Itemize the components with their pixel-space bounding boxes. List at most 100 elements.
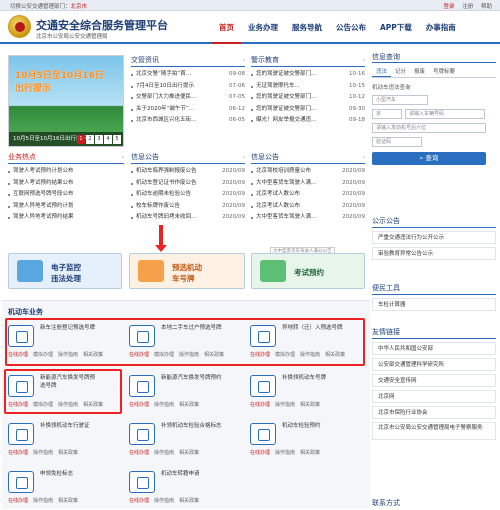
service-exam-booking[interactable]: 考试预约 (251, 253, 365, 289)
business-action-link[interactable]: 在线办理 (129, 450, 149, 456)
business-action-link[interactable]: 相关政策 (300, 450, 320, 456)
list-item[interactable]: 驾驶人异地考试预约结果 (8, 212, 124, 224)
nav-app-download[interactable]: APP下载 (373, 11, 419, 44)
business-name[interactable]: 机动车检验预约 (282, 423, 368, 431)
business-action-link[interactable]: 相关政策 (58, 498, 78, 504)
pager-2[interactable]: 2 (86, 135, 94, 144)
business-action-link[interactable]: 在线办理 (250, 450, 270, 456)
business-action-link[interactable]: 相关政策 (58, 450, 78, 456)
friend-link[interactable]: 公安部交通管理科学研究所 (372, 358, 496, 371)
list-item[interactable]: 互联网预选号牌号段公布 (8, 189, 124, 201)
list-item[interactable]: 大中型客货车驾驶人满… 2020/09 (251, 178, 365, 190)
business-name[interactable]: 新能源汽车换发号牌预约 (161, 375, 247, 383)
business-action-link[interactable]: 在线办理 (8, 498, 28, 504)
friend-link[interactable]: 北京市保险行业协会 (372, 406, 496, 419)
business-action-link[interactable]: 操作指南 (154, 402, 174, 408)
pager-5[interactable]: 5 (113, 135, 121, 144)
list-item[interactable]: 大中型客货车驾驶人满… 2020/09 (251, 212, 365, 224)
list-item[interactable]: 7月4日至10日出行提示 07-06 (131, 81, 245, 93)
list-item[interactable]: 驾驶人异地考试预约计划 (8, 201, 124, 213)
list-item[interactable]: 关于2020年“端午节”… 06-12 (131, 104, 245, 116)
tab-points[interactable]: 记分 (391, 66, 410, 77)
list-item[interactable]: 北京考试人数公布 2020/09 (251, 189, 365, 201)
current-city[interactable]: 北京市 (71, 4, 88, 10)
nav-home[interactable]: 首页 (212, 11, 241, 44)
business-action-link[interactable]: 相关政策 (300, 402, 320, 408)
business-action-link[interactable]: 相关政策 (179, 402, 199, 408)
more-link[interactable]: › (243, 57, 245, 64)
query-button[interactable]: ⌕ 查询 (372, 152, 486, 165)
business-action-link[interactable]: 操作指南 (154, 498, 174, 504)
list-item[interactable]: 北京市西城区兴化五街… 06-05 (131, 115, 245, 127)
list-item-date: 10-16 (349, 71, 365, 77)
friend-link[interactable]: 中华人民共和国公安部 (372, 342, 496, 355)
pager-3[interactable]: 3 (95, 135, 103, 144)
more-link[interactable]: › (122, 154, 124, 161)
business-action-link[interactable]: 在线办理 (250, 402, 270, 408)
business-name[interactable]: 补换领机动车号牌 (282, 375, 368, 383)
business-action-link[interactable]: 操作指南 (154, 450, 174, 456)
nav-guide[interactable]: 办事指南 (419, 11, 463, 44)
list-item[interactable]: 您的驾驶证被交警部门… 10-12 (251, 92, 365, 104)
business-action-link[interactable]: 相关政策 (179, 498, 199, 504)
register-link[interactable]: 注册 (462, 4, 473, 10)
plate-prefix-select[interactable]: 京 (372, 109, 402, 119)
list-item[interactable]: 机动车逾期未检验公告 2020/09 (131, 189, 245, 201)
nav-announcements[interactable]: 公告公布 (329, 11, 373, 44)
pager-4[interactable]: 4 (104, 135, 112, 144)
friend-link[interactable]: 北京网 (372, 390, 496, 403)
plate-number-input[interactable]: 请输入车辆号码 (405, 109, 485, 119)
tab-scrap[interactable]: 报废 (410, 66, 429, 77)
list-item[interactable]: 驾驶人考试预约结果公布 (8, 178, 124, 190)
more-link[interactable]: › (363, 154, 365, 161)
tool-item[interactable]: 车检计算器 (372, 298, 496, 311)
business-name[interactable]: 补领机动车检验合格标志 (161, 423, 247, 431)
list-item-title: 机动车登记证书作废公告 (136, 179, 197, 186)
friend-link[interactable]: 交通安全宣传网 (372, 374, 496, 387)
captcha-input[interactable]: 验证码 (372, 137, 422, 147)
business-action-link[interactable]: 在线办理 (129, 402, 149, 408)
service-plate-preselect[interactable]: 预选机动 车号牌 (129, 253, 245, 289)
nav-business[interactable]: 业务办理 (241, 11, 285, 44)
public-item[interactable]: 严重交通违法行为公开公示 (372, 231, 496, 244)
public-item[interactable]: 审验教育异常公告公示 (372, 247, 496, 260)
business-action-link[interactable]: 相关政策 (179, 450, 199, 456)
banner-carousel[interactable]: 10月5日至10月16日 出行提示 10月5日至10月16日出行提示 1 2 3 … (8, 55, 124, 147)
login-link[interactable]: 登录 (443, 4, 454, 10)
city-switcher[interactable]: 切换公安交通管理部门：北京市 (10, 2, 87, 10)
business-action-link[interactable]: 操作指南 (33, 450, 53, 456)
business-action-link[interactable]: 操作指南 (275, 402, 295, 408)
friend-link[interactable]: 北京市公安局公安交通管理局电子警察服务 (372, 422, 496, 440)
list-item[interactable]: 机动车号牌旧拷未收回… 2020/09 (131, 212, 245, 224)
exam-icon (260, 260, 286, 282)
list-item[interactable]: 您的驾驶证被交警部门… 09-30 (251, 104, 365, 116)
business-action-link[interactable]: 在线办理 (129, 498, 149, 504)
business-action-link[interactable]: 在线办理 (8, 450, 28, 456)
nav-service-guide[interactable]: 服务导航 (285, 11, 329, 44)
list-item[interactable]: 您的驾驶证被交警部门… 10-16 (251, 69, 365, 81)
business-action-link[interactable]: 操作指南 (275, 450, 295, 456)
more-link[interactable]: › (363, 57, 365, 64)
tab-plate[interactable]: 号牌标要 (429, 66, 459, 77)
business-name[interactable]: 补换领机动车行驶证 (40, 423, 126, 431)
list-item[interactable]: 北京考试人数公布 2020/09 (251, 201, 365, 213)
list-item[interactable]: 机动车登记证书作废公告 2020/09 (131, 178, 245, 190)
pager-1[interactable]: 1 (77, 135, 85, 144)
list-item[interactable]: 机动车临界强制报废公告 2020/09 (131, 166, 245, 178)
engine-number-input[interactable]: 请输入发动机号后六位 (372, 123, 486, 133)
list-item[interactable]: 无证驾驶摩托车… 10-15 (251, 81, 365, 93)
help-link[interactable]: 帮助 (481, 4, 492, 10)
list-item[interactable]: 交警部门大力推进便民… 07-05 (131, 92, 245, 104)
vehicle-type-select[interactable]: 小型汽车 (372, 95, 428, 105)
list-item[interactable]: 校车标牌作废公告 2020/09 (131, 201, 245, 213)
business-action-link[interactable]: 操作指南 (33, 498, 53, 504)
list-item[interactable]: 北京驾校培训质量公布 2020/09 (251, 166, 365, 178)
business-name[interactable]: 机动车转籍申请 (161, 471, 247, 479)
tab-violation[interactable]: 违法 (372, 66, 392, 77)
service-e-monitor[interactable]: 电子监控 违法处理 (8, 253, 122, 289)
list-item[interactable]: 曝光！网友举报交通违… 09-18 (251, 115, 365, 127)
list-item[interactable]: 北京交警“随手拍”首… 09-08 (131, 69, 245, 81)
list-item[interactable]: 驾驶人考试预约计划公布 (8, 166, 124, 178)
more-link[interactable]: › (243, 154, 245, 161)
business-name[interactable]: 申领免检标志 (40, 471, 126, 479)
